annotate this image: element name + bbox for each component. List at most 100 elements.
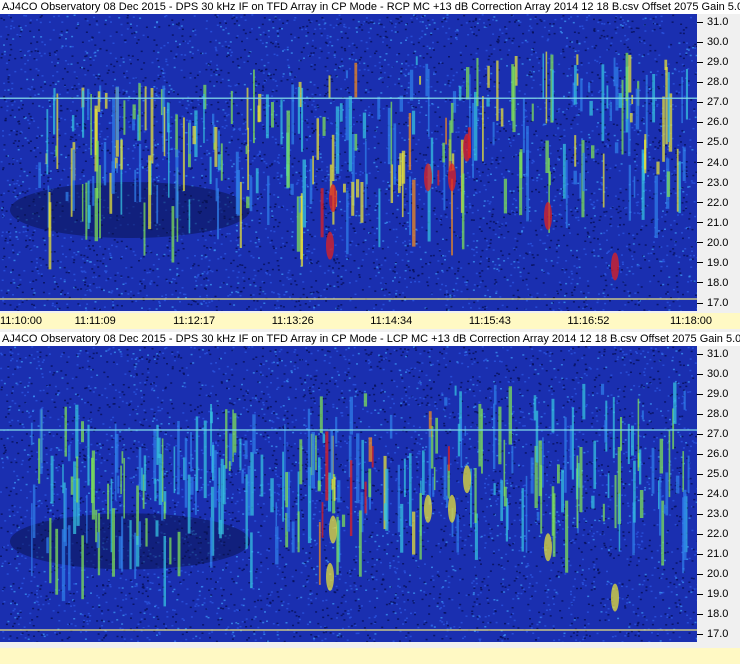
lcp-y-tick-text: 20.0 bbox=[707, 568, 729, 580]
rcp-y-tick-label: 31.0 bbox=[697, 16, 728, 28]
rcp-y-tick-mark bbox=[697, 121, 703, 123]
rcp-panel-title: AJ4CO Observatory 08 Dec 2015 - DPS 30 k… bbox=[0, 0, 740, 14]
rcp-y-tick-label: 25.0 bbox=[697, 136, 728, 148]
rcp-y-tick-text: 28.0 bbox=[707, 76, 729, 89]
rcp-hot-spot bbox=[424, 163, 432, 192]
lcp-y-tick-label: 29.0 bbox=[697, 388, 728, 400]
rcp-dark-region bbox=[10, 182, 250, 239]
rcp-y-tick-text: 29.0 bbox=[707, 56, 729, 69]
lcp-y-tick-label: 21.0 bbox=[697, 548, 728, 560]
rcp-y-tick-label: 23.0 bbox=[697, 177, 728, 189]
x-tick-label: 11:10:00 bbox=[0, 315, 43, 327]
lcp-y-tick-mark bbox=[697, 493, 703, 495]
lcp-y-tick-text: 29.0 bbox=[707, 388, 729, 400]
rcp-hot-spot bbox=[611, 252, 619, 281]
lcp-y-tick-label: 24.0 bbox=[697, 488, 728, 500]
rcp-y-tick-text: 31.0 bbox=[707, 16, 729, 29]
lcp-y-tick-mark bbox=[697, 433, 703, 435]
rcp-y-tick-label: 19.0 bbox=[697, 257, 728, 269]
lcp-y-tick-label: 23.0 bbox=[697, 508, 728, 520]
lcp-y-tick-text: 23.0 bbox=[707, 508, 729, 520]
rcp-y-tick-label: 18.0 bbox=[697, 277, 728, 289]
rcp-y-tick-mark bbox=[697, 202, 703, 204]
rcp-y-tick-label: 20.0 bbox=[697, 237, 728, 249]
lcp-y-tick-mark bbox=[697, 473, 703, 475]
rcp-y-tick-text: 19.0 bbox=[707, 256, 729, 269]
x-tick-label: 11:11:09 bbox=[74, 315, 116, 327]
lcp-y-tick-mark bbox=[697, 573, 703, 575]
lcp-y-tick-label: 17.0 bbox=[697, 628, 728, 640]
rcp-y-tick-mark bbox=[697, 162, 703, 164]
lcp-y-tick-label: 28.0 bbox=[697, 408, 728, 420]
rcp-y-tick-label: 24.0 bbox=[697, 157, 728, 169]
rcp-y-tick-text: 24.0 bbox=[707, 156, 729, 169]
lcp-hot-spot bbox=[544, 533, 552, 562]
lcp-y-tick-mark bbox=[697, 633, 703, 635]
rcp-y-tick-text: 17.0 bbox=[707, 296, 729, 309]
rcp-y-tick-text: 27.0 bbox=[707, 96, 729, 109]
rcp-y-tick-mark bbox=[697, 282, 703, 284]
rcp-y-tick-mark bbox=[697, 302, 703, 304]
lcp-y-tick-mark bbox=[697, 513, 703, 515]
x-tick-label: 11:14:34 bbox=[370, 315, 413, 327]
lcp-y-tick-label: 22.0 bbox=[697, 528, 728, 540]
lcp-hot-spot bbox=[329, 515, 337, 544]
lcp-y-tick-mark bbox=[697, 553, 703, 555]
rcp-y-tick-mark bbox=[697, 242, 703, 244]
lcp-y-tick-text: 21.0 bbox=[707, 548, 729, 560]
lcp-y-tick-mark bbox=[697, 393, 703, 395]
rcp-y-tick-text: 18.0 bbox=[707, 276, 729, 289]
lcp-y-tick-mark bbox=[697, 453, 703, 455]
lcp-y-tick-label: 26.0 bbox=[697, 448, 728, 460]
rcp-y-tick-text: 26.0 bbox=[707, 116, 729, 129]
lcp-spectrogram bbox=[0, 346, 697, 642]
rcp-y-tick-text: 23.0 bbox=[707, 176, 729, 189]
x-tick-label: 11:18:00 bbox=[670, 315, 713, 327]
lcp-y-tick-mark bbox=[697, 533, 703, 535]
rcp-y-tick-mark bbox=[697, 262, 703, 264]
lcp-y-tick-mark bbox=[697, 613, 703, 615]
lcp-frequency-axis: 31.0 30.0 29.0 28.0 27.0 26.0 25.0 24.0 23.0 22.0… bbox=[697, 346, 740, 642]
rcp-y-tick-label: 28.0 bbox=[697, 76, 728, 88]
rcp-y-tick-mark bbox=[697, 81, 703, 83]
x-tick-label: 11:12:17 bbox=[173, 315, 216, 327]
lcp-y-tick-label: 25.0 bbox=[697, 468, 728, 480]
x-tick-label: 11:16:52 bbox=[567, 315, 610, 327]
rcp-y-tick-mark bbox=[697, 182, 703, 184]
rcp-hot-spot bbox=[463, 133, 471, 162]
lcp-y-tick-text: 18.0 bbox=[707, 608, 729, 620]
rcp-y-tick-text: 20.0 bbox=[707, 236, 729, 249]
lcp-y-tick-mark bbox=[697, 373, 703, 375]
lcp-y-tick-label: 27.0 bbox=[697, 428, 728, 440]
rcp-y-tick-text: 22.0 bbox=[707, 196, 729, 209]
rcp-y-tick-mark bbox=[697, 61, 703, 63]
rcp-y-tick-text: 30.0 bbox=[707, 36, 729, 49]
lcp-y-tick-label: 30.0 bbox=[697, 368, 728, 380]
rcp-y-tick-label: 30.0 bbox=[697, 36, 728, 48]
lcp-y-tick-text: 31.0 bbox=[707, 347, 729, 360]
rcp-y-tick-label: 27.0 bbox=[697, 96, 728, 108]
lcp-y-tick-mark bbox=[697, 353, 703, 355]
bottom-strip bbox=[0, 648, 740, 664]
rcp-hot-spot bbox=[448, 163, 456, 192]
rcp-hot-spot bbox=[329, 184, 337, 213]
rcp-y-tick-label: 22.0 bbox=[697, 197, 728, 209]
lcp-hot-spot bbox=[463, 465, 471, 494]
rcp-y-tick-mark bbox=[697, 101, 703, 103]
rcp-y-tick-label: 17.0 bbox=[697, 297, 728, 309]
rcp-y-tick-mark bbox=[697, 222, 703, 224]
lcp-y-tick-text: 17.0 bbox=[707, 628, 729, 640]
lcp-y-tick-mark bbox=[697, 593, 703, 595]
lcp-y-tick-text: 28.0 bbox=[707, 408, 729, 420]
lcp-y-tick-text: 30.0 bbox=[707, 368, 729, 380]
rcp-spectrogram bbox=[0, 14, 697, 311]
rcp-y-tick-mark bbox=[697, 21, 703, 23]
lcp-spectrogram-svg bbox=[0, 346, 697, 642]
rcp-y-tick-mark bbox=[697, 142, 703, 144]
lcp-y-tick-text: 26.0 bbox=[707, 448, 729, 460]
rcp-y-tick-label: 29.0 bbox=[697, 56, 728, 68]
lcp-background bbox=[0, 346, 697, 642]
lcp-y-tick-text: 27.0 bbox=[707, 428, 729, 440]
rcp-y-tick-label: 21.0 bbox=[697, 217, 728, 229]
rcp-y-tick-mark bbox=[697, 41, 703, 43]
